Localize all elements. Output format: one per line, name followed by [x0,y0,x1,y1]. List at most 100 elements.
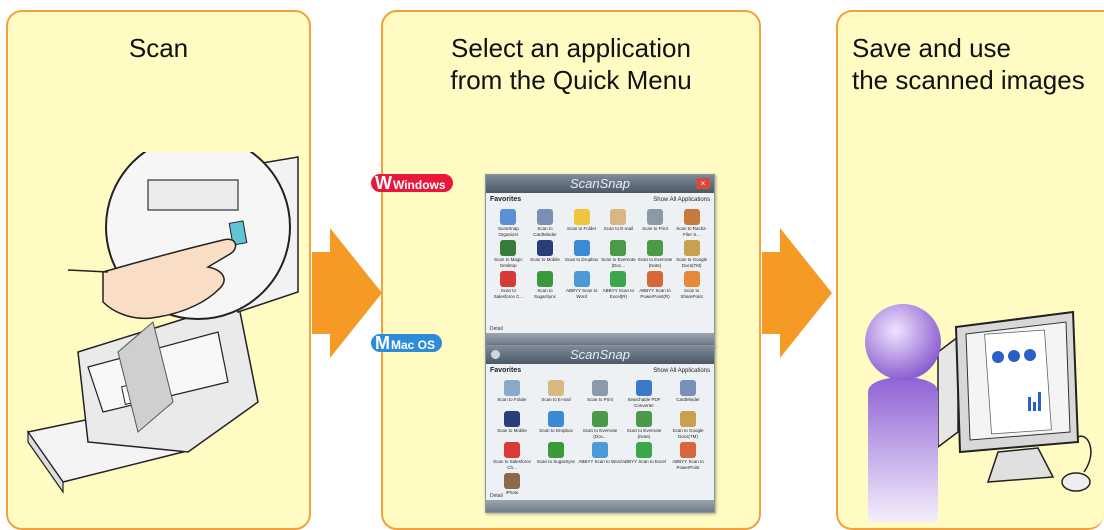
app-icon [500,240,517,256]
app-icon [504,473,520,489]
mac-logo: MMac OS [371,334,443,352]
app-icon [610,209,627,225]
mac-detail-label[interactable]: Detail [490,493,503,499]
app-label: Scan to Evernote (Note) [626,428,662,439]
app-label: Scan to Google Docs(TM) [672,428,704,439]
app-label: Scan to Dropbox [564,257,599,262]
app-item[interactable]: Scan to Dropbox [563,240,600,268]
app-item[interactable]: ABBYY Scan to Word [563,271,600,299]
app-icon [504,380,520,396]
app-icon [610,240,627,256]
app-label: Scan to SugarSync [533,288,556,299]
app-label: ABBYY Scan to Excel(R) [602,288,635,299]
app-item[interactable]: Scan to Google Docs(TM) [673,240,710,268]
app-icon [636,380,652,396]
app-icon [592,442,608,458]
mac-menu-title: ScanSnap [570,347,630,362]
quick-menu-panel: Select an application from the Quick Men… [371,10,761,530]
app-icon [592,411,608,427]
show-all-link[interactable]: Show All Applications [653,193,710,207]
app-item[interactable]: ABBYY Scan to Excel(R) [600,271,637,299]
app-label: CardMinder [676,397,700,402]
windows-logo: WWindows [371,174,453,192]
app-item[interactable]: Scan to Salesforce Ch... [490,442,534,470]
scan-panel: Scan [6,10,311,530]
detail-label[interactable]: Detail [490,326,503,332]
app-item[interactable]: Scan to CardMinder [527,209,564,237]
close-icon[interactable]: × [696,178,710,189]
app-item[interactable]: Scan to Rack2-Filer S... [673,209,710,237]
panel-title-scan: Scan [128,33,189,63]
app-icon [636,411,652,427]
app-label: Scan to Rack2-Filer S... [676,226,708,237]
app-item[interactable]: Scan to Folder [490,380,534,408]
app-item[interactable]: Scan to Evernote (Note) [622,411,666,439]
mac-app-grid: Scan to Folder Scan to E-mail Scan to Prin… [486,378,714,498]
app-label: iPhoto [505,490,519,495]
app-label: Scan to Evernote (Doc... [582,428,618,439]
app-item[interactable]: Scan to Folder [563,209,600,237]
computer-user-illustration [865,304,1092,522]
app-item[interactable]: Scan to Google Docs(TM) [666,411,710,439]
app-icon [646,271,663,287]
windows-label: Windows [393,178,446,192]
app-item[interactable]: Scan to Magic Desktop [490,240,527,268]
app-label: Scan to Magic Desktop [494,257,523,268]
app-item[interactable]: Scan to Print [578,380,622,408]
app-item[interactable]: Scan to Dropbox [534,411,578,439]
app-item[interactable]: Scan to Mobile [490,411,534,439]
mac-menu-footer [486,500,714,512]
windows-menu-title: ScanSnap [570,176,630,191]
app-icon [646,209,663,225]
app-label: Scan to Folder [567,226,597,231]
app-icon [573,209,590,225]
app-item[interactable]: Scan to Evernote (Doc... [578,411,622,439]
save-panel: Save and use the scanned images [836,10,1104,530]
app-item[interactable]: Scan to Evernote (Doc... [600,240,637,268]
app-item[interactable]: Scan to E-mail [534,380,578,408]
app-icon [573,271,590,287]
app-label: Searchable PDF Converter [627,397,661,408]
app-item[interactable]: Scan to Mobile [527,240,564,268]
app-icon [680,411,696,427]
app-item[interactable]: ScanSnap Organizer [490,209,527,237]
app-label: ABBYY Scan to PowerPoint [672,459,704,470]
app-item[interactable]: Scan to E-mail [600,209,637,237]
app-label: Scan to Mobile [530,257,560,262]
app-item[interactable]: ABBYY Scan to PowerPoint(R) [637,271,674,299]
app-icon [504,411,520,427]
app-icon [548,411,564,427]
windows-menu-footer [486,333,714,345]
app-item[interactable]: Scan to Salesforce C... [490,271,527,299]
panel-title-quick-menu: Select an application from the Quick Men… [450,33,692,95]
app-item[interactable]: Scan to SugarSync [534,442,578,470]
app-item[interactable]: ABBYY Scan to Excel [622,442,666,470]
app-label: ScanSnap Organizer [497,226,519,237]
app-label: Scan to Print [642,226,668,231]
app-item[interactable]: ABBYY Scan to PowerPoint [666,442,710,470]
app-label: ABBYY Scan to Excel [622,459,666,464]
app-item[interactable]: Scan to Evernote (Note) [637,240,674,268]
app-item[interactable]: CardMinder [666,380,710,408]
app-icon [680,380,696,396]
app-label: Scan to Dropbox [539,428,573,433]
panel-title-save: Save and use the scanned images [852,33,1085,95]
app-item[interactable]: Scan to Print [637,209,674,237]
mac-show-all-link[interactable]: Show All Applications [653,364,710,378]
app-icon [683,209,700,225]
app-item[interactable]: Searchable PDF Converter [622,380,666,408]
app-icon [548,442,564,458]
scanner-illustration [26,152,299,494]
app-icon [646,240,663,256]
app-icon [536,209,553,225]
app-icon [610,271,627,287]
mac-label: Mac OS [391,338,436,352]
app-label: ABBYY Scan to Word [565,288,598,299]
gear-icon[interactable] [491,350,500,359]
app-icon [680,442,696,458]
app-item[interactable]: Scan to SharePoint [673,271,710,299]
favorites-label: Favorites [490,196,522,203]
app-item[interactable]: Scan to SugarSync [527,271,564,299]
app-item[interactable]: ABBYY Scan to Word [578,442,622,470]
app-label: Scan to SugarSync [536,459,576,464]
